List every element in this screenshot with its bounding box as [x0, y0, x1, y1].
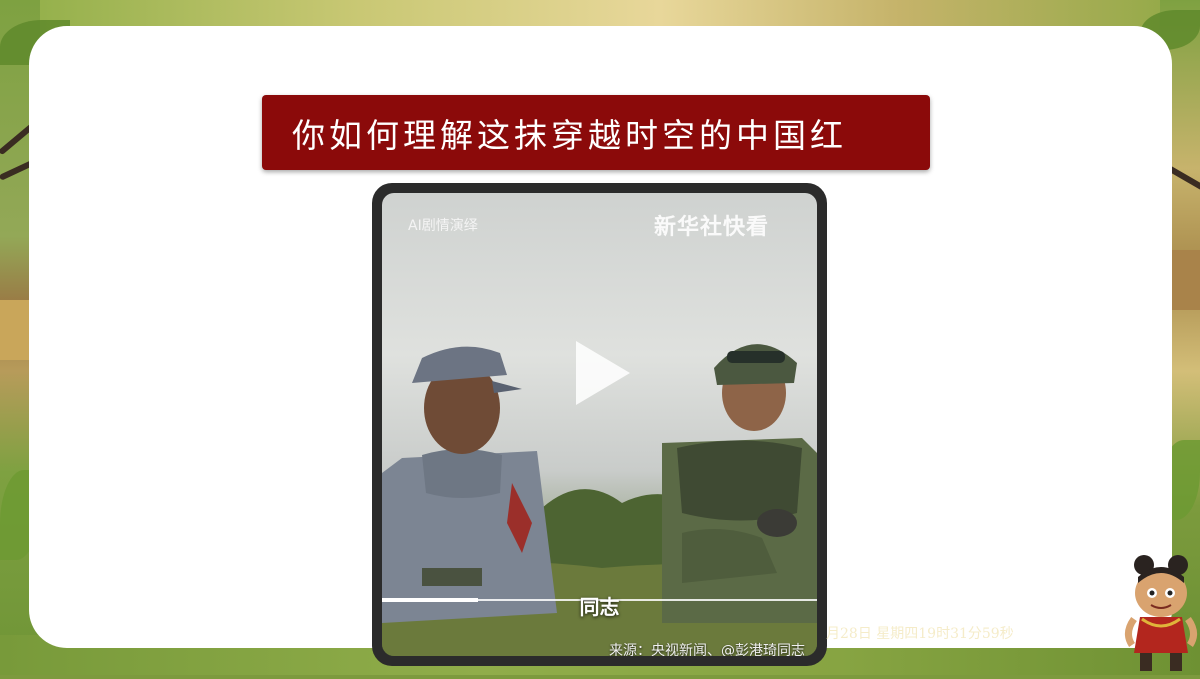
mascot-character-icon [1122, 553, 1200, 675]
play-button[interactable] [572, 338, 632, 408]
soldier-historical [382, 347, 557, 623]
video-screen[interactable]: AI剧情演绎 新华社快看 同志 来源：央视新闻、@彭港琦同志 [382, 193, 817, 656]
video-source-credit: 来源：央视新闻、@彭港琦同志 [609, 640, 805, 656]
background-tile [0, 300, 29, 360]
background-tile [1172, 250, 1200, 310]
slide-title: 你如何理解这抹穿越时空的中国红 [292, 109, 847, 157]
video-frame-scene [382, 193, 817, 656]
video-player-frame: AI剧情演绎 新华社快看 同志 来源：央视新闻、@彭港琦同志 [372, 183, 827, 666]
brand-watermark: 新华社快看 [654, 209, 769, 241]
ai-drama-tag: AI剧情演绎 [408, 215, 478, 235]
title-banner: 你如何理解这抹穿越时空的中国红 [262, 95, 930, 170]
play-icon [572, 338, 632, 408]
video-subtitle: 同志 [382, 591, 817, 620]
datetime-stamp: 月28日 星期四19时31分59秒 [826, 623, 1014, 643]
soldier-modern [662, 344, 817, 623]
